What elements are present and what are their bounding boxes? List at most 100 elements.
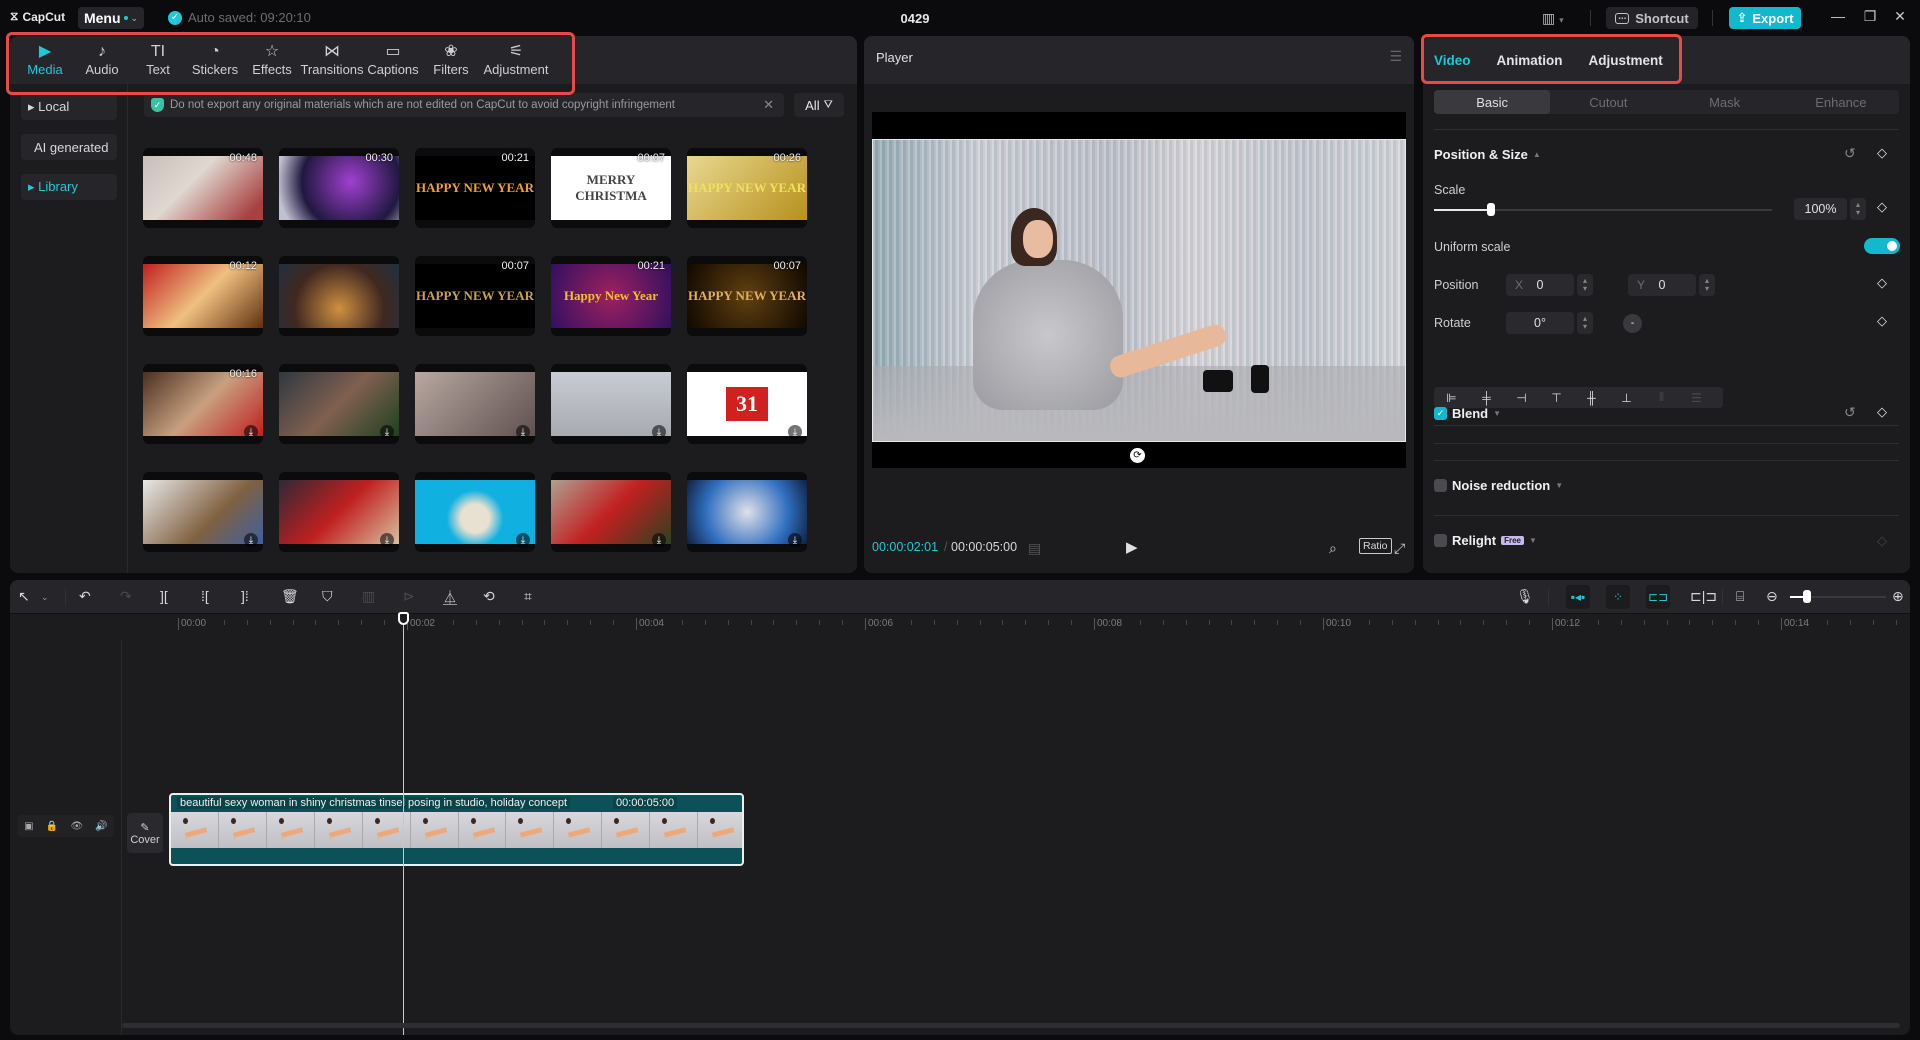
blend-header[interactable]: ✓ Blend ▼ <box>1434 406 1501 421</box>
relight-checkbox[interactable] <box>1434 534 1447 547</box>
media-thumbnail[interactable]: 00:30 <box>279 148 399 228</box>
download-icon[interactable]: ⤓ <box>244 425 258 439</box>
chevron-down-icon[interactable]: ⌄ <box>41 592 49 603</box>
subtab-enhance[interactable]: Enhance <box>1783 90 1899 114</box>
media-thumbnail[interactable]: Happy New Year 00:21 <box>551 256 671 336</box>
media-thumbnail[interactable]: 00:12 <box>143 256 263 336</box>
tab-text[interactable]: TI Text <box>130 36 186 84</box>
keyframe-icon[interactable]: ◇ <box>1877 145 1887 161</box>
close-notice-icon[interactable]: ✕ <box>763 97 774 113</box>
media-thumbnail[interactable]: ⤓ <box>415 364 535 444</box>
keyframe-icon[interactable]: ◇ <box>1877 199 1887 215</box>
layout-icon[interactable]: ▥ ▾ <box>1542 10 1564 27</box>
position-y-input[interactable]: Y0 <box>1628 274 1696 296</box>
playhead-handle[interactable] <box>398 612 409 625</box>
media-thumbnail[interactable]: ⤓ <box>551 364 671 444</box>
split-right-icon[interactable]: ]⁞ <box>241 588 249 604</box>
media-thumbnail[interactable]: ⤓ <box>143 472 263 552</box>
download-icon[interactable]: ⤓ <box>652 533 666 547</box>
download-icon[interactable]: ⤓ <box>380 425 394 439</box>
video-frame[interactable] <box>872 139 1406 442</box>
zoom-to-fit-icon[interactable]: ⌸ <box>1736 588 1744 605</box>
tab-captions[interactable]: ▭ Captions <box>364 36 422 84</box>
keyframe-icon[interactable]: ◇ <box>1877 313 1887 329</box>
main-track-magnet-icon[interactable]: ▪◂▪ <box>1566 585 1590 609</box>
timeline-horizontal-scrollbar[interactable] <box>122 1023 1900 1028</box>
linkage-icon[interactable]: ⊏⊐ <box>1646 585 1670 609</box>
tab-video[interactable]: Video <box>1434 53 1471 68</box>
split-preview-icon[interactable]: ⊏|⊐ <box>1690 588 1717 605</box>
tab-stickers[interactable]: ◔ Stickers <box>186 36 244 84</box>
filter-all-button[interactable]: All ⛛ <box>794 93 844 117</box>
rotate-icon[interactable]: ⟲ <box>483 588 495 605</box>
scale-input[interactable]: 100% <box>1794 198 1847 220</box>
scale-slider-handle[interactable] <box>1487 203 1496 216</box>
mirror-icon[interactable]: ⏅ <box>443 588 457 608</box>
download-icon[interactable]: ⤓ <box>516 425 530 439</box>
sidebar-item-ai-generated[interactable]: AI generated <box>21 134 117 160</box>
scale-stepper[interactable]: ▴ ▾ <box>1850 198 1866 220</box>
media-thumbnail[interactable]: HAPPY NEW YEAR 00:26 <box>687 148 807 228</box>
download-icon[interactable]: ⤓ <box>652 425 666 439</box>
play-button[interactable]: ▶ <box>1126 538 1138 556</box>
position-size-header[interactable]: Position & Size ▲ <box>1434 147 1541 162</box>
split-icon[interactable]: ][ <box>160 588 168 604</box>
rotate-dial[interactable]: - <box>1623 314 1642 333</box>
auto-snap-icon[interactable]: ⁘ <box>1606 585 1630 609</box>
noise-reduction-header[interactable]: Noise reduction ▼ <box>1434 478 1563 493</box>
align-right-icon[interactable]: ⊣ <box>1504 391 1539 405</box>
zoom-in-icon[interactable]: ⊕ <box>1892 588 1904 605</box>
split-left-icon[interactable]: ⁞[ <box>201 588 209 604</box>
reset-icon[interactable]: ↺ <box>1844 145 1856 162</box>
noise-reduction-checkbox[interactable] <box>1434 479 1447 492</box>
media-thumbnail[interactable]: ⤓ <box>551 472 671 552</box>
fullscreen-icon[interactable]: ⤢ <box>1394 540 1405 557</box>
media-thumbnail[interactable]: ⤓ <box>415 472 535 552</box>
tab-animation[interactable]: Animation <box>1497 53 1563 68</box>
shortcut-button[interactable]: ⋯ Shortcut <box>1606 7 1698 29</box>
delete-icon[interactable]: 🗑 <box>281 588 299 605</box>
position-x-input[interactable]: X0 <box>1506 274 1574 296</box>
media-thumbnail[interactable]: 00:16 ⤓ <box>143 364 263 444</box>
sidebar-item-local[interactable]: ▸ Local <box>21 94 117 120</box>
lock-icon[interactable]: 🔒 <box>46 821 58 832</box>
align-center-h-icon[interactable]: ╪ <box>1469 391 1504 405</box>
media-thumbnail[interactable]: HAPPY NEW YEAR 00:21 <box>415 148 535 228</box>
keyframe-icon[interactable]: ◇ <box>1877 404 1887 420</box>
download-icon[interactable]: ⤓ <box>788 425 802 439</box>
scale-slider[interactable] <box>1434 203 1772 216</box>
media-thumbnail[interactable]: ⤓ <box>687 472 807 552</box>
media-thumbnail[interactable]: MERRY CHRISTMA 00:07 <box>551 148 671 228</box>
tab-effects[interactable]: ☆ Effects <box>244 36 300 84</box>
media-thumbnail[interactable]: 31 ⤓ <box>687 364 807 444</box>
tab-filters[interactable]: ❀ Filters <box>422 36 480 84</box>
align-bottom-icon[interactable]: ⊥ <box>1609 391 1644 405</box>
position-y-stepper[interactable]: ▴ ▾ <box>1699 274 1715 296</box>
video-preview[interactable]: ⟳ <box>872 112 1406 468</box>
tab-adjustment[interactable]: Adjustment <box>1589 53 1663 68</box>
subtab-mask[interactable]: Mask <box>1667 90 1783 114</box>
ratio-button[interactable]: Ratio <box>1359 538 1392 554</box>
restore-icon[interactable]: ❐ <box>1860 8 1880 25</box>
align-left-icon[interactable]: ⊫ <box>1434 391 1469 405</box>
media-thumbnail[interactable]: HAPPY NEW YEAR 00:07 <box>687 256 807 336</box>
cover-button[interactable]: ✎ Cover <box>127 813 163 853</box>
export-button[interactable]: ⇪ Export <box>1729 7 1801 29</box>
microphone-icon[interactable]: 🎙 <box>1516 588 1534 605</box>
tab-media[interactable]: ▶ Media <box>16 36 74 84</box>
align-top-icon[interactable]: ⊤ <box>1539 391 1574 405</box>
select-tool-icon[interactable]: ↖ <box>18 588 30 605</box>
media-thumbnail[interactable]: 00:48 <box>143 148 263 228</box>
tab-adjustment[interactable]: ⚟ Adjustment <box>480 36 552 84</box>
position-x-stepper[interactable]: ▴ ▾ <box>1577 274 1593 296</box>
crop-icon[interactable]: ⌗ <box>524 588 532 605</box>
media-thumbnail[interactable] <box>279 256 399 336</box>
relight-header[interactable]: Relight Free ▼ <box>1434 533 1537 548</box>
download-icon[interactable]: ⤓ <box>244 533 258 547</box>
mask-shield-icon[interactable]: ⛉ <box>322 588 333 605</box>
close-icon[interactable]: ✕ <box>1890 8 1910 25</box>
eye-icon[interactable]: 👁 <box>70 821 83 832</box>
tab-audio[interactable]: ♪ Audio <box>74 36 130 84</box>
reset-icon[interactable]: ↺ <box>1844 404 1856 421</box>
subtab-basic[interactable]: Basic <box>1434 90 1551 114</box>
